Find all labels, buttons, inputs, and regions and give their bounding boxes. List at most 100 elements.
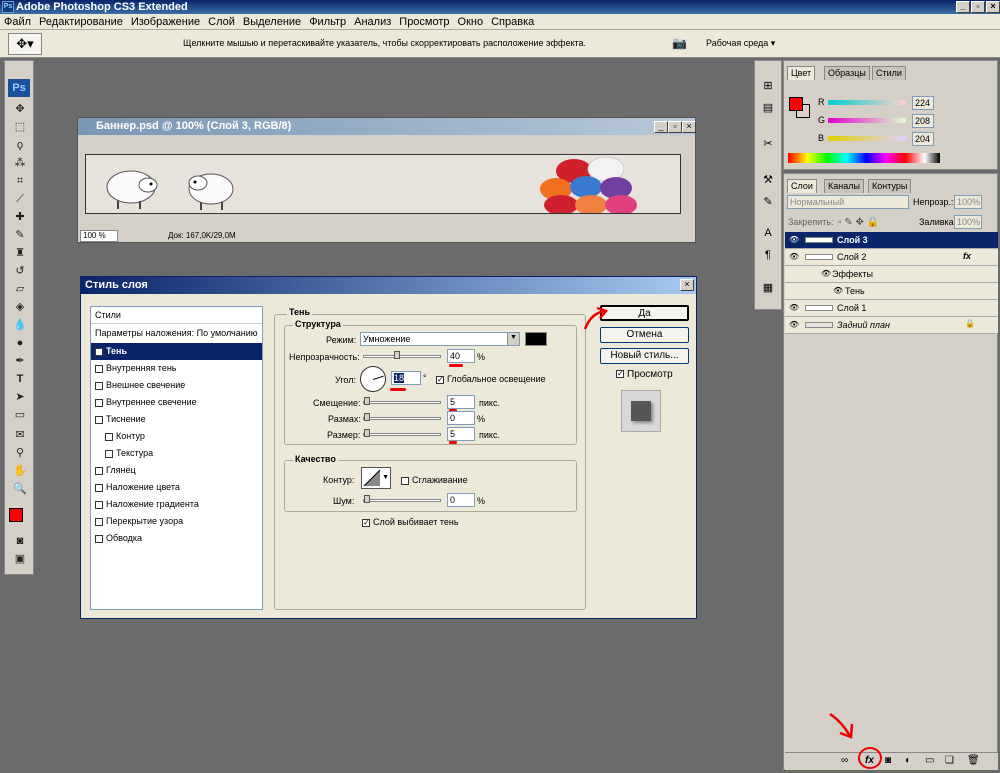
eye-icon[interactable]: 👁 [789,252,799,262]
layer-row[interactable]: 👁 Слой 3 [785,232,998,249]
new-group-icon[interactable]: ▭ [925,755,934,766]
tab-styles[interactable]: Стили [872,66,906,80]
checkbox-icon[interactable] [105,449,113,458]
offset-input[interactable]: 5 [447,395,475,409]
layer-comps-icon[interactable]: ▦ [760,281,776,297]
r-slider[interactable] [828,100,906,105]
contour-picker[interactable]: ▼ [361,467,391,489]
magic-wand-tool-icon[interactable]: ⁂ [11,155,29,171]
crop-tool-icon[interactable]: ⌗ [11,173,29,189]
dodge-tool-icon[interactable]: ● [11,335,29,351]
menu-window[interactable]: Окно [454,16,488,28]
b-slider[interactable] [828,136,906,141]
checkbox-checked-icon[interactable]: ✓ [616,370,624,379]
style-item-gradient-overlay[interactable]: Наложение градиента [91,496,262,513]
style-item-inner-shadow[interactable]: Внутренняя тень [91,360,262,377]
menu-view[interactable]: Просмотр [395,16,453,28]
lock-icons[interactable]: ▫ ✎ ✥ 🔒 [838,217,879,228]
move-tool-preset-icon[interactable]: ✥▾ [8,33,42,55]
checkbox-checked-icon[interactable]: ✓ [436,375,444,384]
document-canvas[interactable] [85,154,681,214]
blending-options-item[interactable]: Параметры наложения: По умолчанию [91,325,262,342]
fx-badge-icon[interactable]: fx [963,251,971,261]
blend-mode-select[interactable]: Умножение ▼ [360,332,520,346]
checkbox-icon[interactable] [95,415,103,424]
delete-layer-icon[interactable]: 🗑 [967,755,980,766]
maximize-button[interactable]: ▫ [971,1,985,13]
doc-close-button[interactable]: × [682,121,696,133]
opacity-slider[interactable] [363,351,441,359]
fill-field[interactable]: 100% [954,215,982,229]
checkbox-icon[interactable] [105,432,113,441]
checkbox-checked-icon[interactable]: ✓ [95,347,103,356]
doc-maximize-button[interactable]: ▫ [668,121,682,133]
knockout-checkbox[interactable]: ✓ Слой выбивает тень [362,517,459,527]
hand-tool-icon[interactable]: ✋ [11,463,29,479]
tab-channels[interactable]: Каналы [824,179,864,193]
size-input[interactable]: 5 [447,427,475,441]
opacity-input[interactable]: 40 [447,349,475,363]
cancel-button[interactable]: Отмена [600,327,689,343]
styles-header[interactable]: Стили [91,307,262,324]
effect-row[interactable]: 👁 Тень [785,283,998,300]
foreground-color-swatch[interactable] [9,508,23,522]
checkbox-icon[interactable] [401,476,409,485]
shadow-color-swatch[interactable] [525,332,547,346]
type-tool-icon[interactable]: T [11,371,29,387]
checkbox-icon[interactable] [95,364,103,373]
antialias-checkbox[interactable]: Сглаживание [401,475,468,485]
clone-stamp-tool-icon[interactable]: ♜ [11,245,29,261]
foreground-color-swatch[interactable] [789,97,803,111]
style-item-drop-shadow[interactable]: ✓ Тень [91,343,262,360]
noise-slider[interactable] [363,495,441,503]
menu-file[interactable]: Файл [0,16,35,28]
eye-icon[interactable]: 👁 [789,235,799,245]
zoom-field[interactable]: 100 % [80,230,118,242]
doc-minimize-button[interactable]: _ [654,121,668,133]
r-input[interactable]: 224 [912,96,934,110]
paint-bucket-tool-icon[interactable]: ◈ [11,299,29,315]
b-input[interactable]: 204 [912,132,934,146]
menu-analysis[interactable]: Анализ [350,16,395,28]
global-light-checkbox[interactable]: ✓ Глобальное освещение [436,374,546,384]
eye-icon[interactable]: 👁 [789,320,799,330]
add-mask-icon[interactable]: ◙ [885,755,891,766]
close-button[interactable]: × [986,1,1000,13]
style-item-texture[interactable]: Текстура [91,445,262,462]
checkbox-icon[interactable] [95,500,103,509]
preview-checkbox[interactable]: ✓ Просмотр [616,369,673,380]
tab-paths[interactable]: Контуры [868,179,912,193]
style-item-inner-glow[interactable]: Внутреннее свечение [91,394,262,411]
checkbox-icon[interactable] [95,483,103,492]
size-slider[interactable] [363,429,441,437]
path-selection-tool-icon[interactable]: ➤ [11,389,29,405]
g-input[interactable]: 208 [912,114,934,128]
menu-image[interactable]: Изображение [127,16,204,28]
menu-filter[interactable]: Фильтр [305,16,350,28]
layer-row[interactable]: 👁 Слой 2 fx [785,249,998,266]
tab-color[interactable]: Цвет [787,66,816,80]
spread-input[interactable]: 0 [447,411,475,425]
menu-select[interactable]: Выделение [239,16,305,28]
history-brush-tool-icon[interactable]: ↺ [11,263,29,279]
adjustment-layer-icon[interactable]: ◐ [905,755,911,766]
new-style-button[interactable]: Новый стиль... [600,348,689,364]
offset-slider[interactable] [363,397,441,405]
actions-icon[interactable]: ✂ [760,137,776,153]
link-layers-icon[interactable]: ∞ [841,755,848,766]
shape-tool-icon[interactable]: ▭ [11,407,29,423]
style-item-color-overlay[interactable]: Наложение цвета [91,479,262,496]
eye-icon[interactable]: 👁 [821,269,831,278]
slider-thumb[interactable] [364,495,370,503]
eyedropper-tool-icon[interactable]: ⚲ [11,445,29,461]
checkbox-checked-icon[interactable]: ✓ [362,518,370,527]
navigator-icon[interactable]: ⊞ [760,79,776,95]
checkbox-icon[interactable] [95,398,103,407]
checkbox-icon[interactable] [95,517,103,526]
eraser-tool-icon[interactable]: ▱ [11,281,29,297]
tool-presets-icon[interactable]: ⚒ [760,173,776,189]
paragraph-icon[interactable]: ¶ [760,249,776,265]
blur-tool-icon[interactable]: 💧 [11,317,29,333]
notes-tool-icon[interactable]: ✉ [11,427,29,443]
brushes-icon[interactable]: ✎ [760,195,776,211]
